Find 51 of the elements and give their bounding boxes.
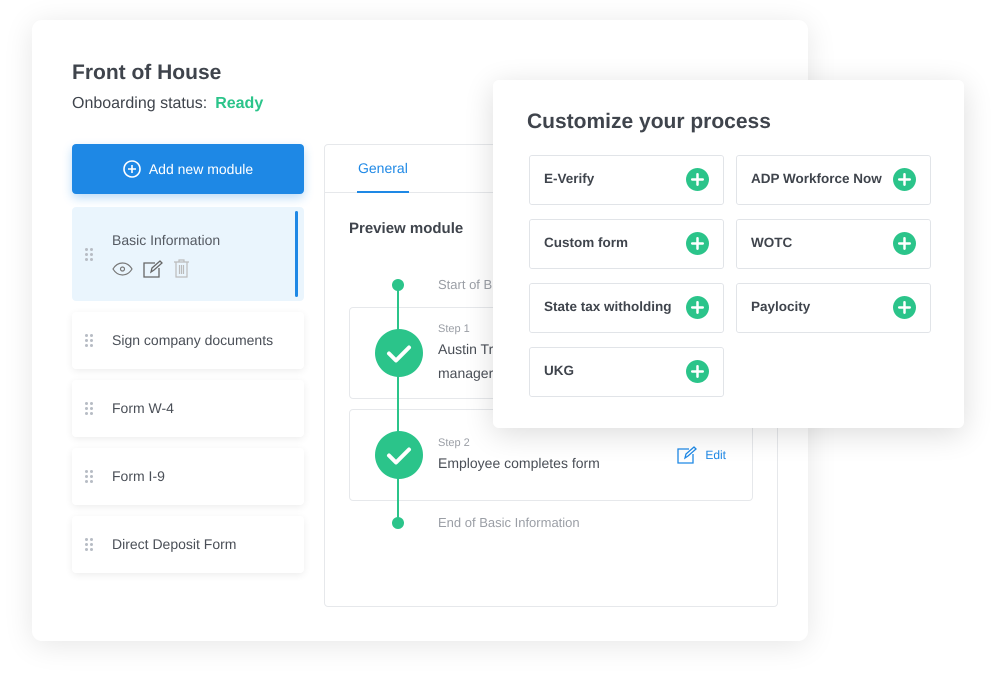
step-number: Step 1 bbox=[438, 322, 471, 337]
integration-option[interactable]: E-Verify bbox=[529, 154, 724, 204]
plus-circle-icon bbox=[686, 360, 709, 383]
drag-handle-icon[interactable] bbox=[85, 470, 93, 483]
page-title: Front of House bbox=[72, 60, 222, 86]
module-name: Sign company documents bbox=[112, 331, 274, 350]
step-title: Austin Tr bbox=[438, 340, 494, 360]
check-circle-icon bbox=[375, 431, 423, 479]
drag-handle-icon[interactable] bbox=[85, 402, 93, 415]
preview-title: Preview module bbox=[349, 220, 464, 237]
plus-circle-icon bbox=[686, 168, 709, 191]
integration-option[interactable]: WOTC bbox=[736, 218, 931, 268]
module-item[interactable]: Basic Information bbox=[72, 207, 304, 301]
edit-button[interactable]: Edit bbox=[677, 446, 726, 464]
step-number: Step 2 bbox=[438, 436, 471, 451]
step-title: manager bbox=[438, 364, 494, 384]
trash-icon[interactable] bbox=[173, 259, 190, 278]
status-label: Onboarding status: bbox=[72, 94, 208, 114]
eye-icon[interactable] bbox=[112, 262, 133, 276]
edit-icon[interactable] bbox=[143, 260, 163, 278]
module-name: Direct Deposit Form bbox=[112, 535, 236, 554]
module-item[interactable]: Form I-9 bbox=[72, 448, 304, 505]
module-item[interactable]: Sign company documents bbox=[72, 312, 304, 369]
plus-circle-icon bbox=[686, 296, 709, 319]
plus-circle-icon bbox=[122, 160, 141, 178]
integration-option[interactable]: Paylocity bbox=[736, 282, 931, 332]
check-circle-icon bbox=[375, 329, 423, 377]
plus-circle-icon bbox=[893, 232, 916, 255]
module-name: Form I-9 bbox=[112, 467, 165, 486]
integration-option[interactable]: UKG bbox=[529, 346, 724, 396]
plus-circle-icon bbox=[686, 232, 709, 255]
integration-option[interactable]: ADP Workforce Now bbox=[736, 154, 931, 204]
plus-circle-icon bbox=[893, 168, 916, 191]
module-name: Form W-4 bbox=[112, 399, 174, 418]
step-title: Employee completes form bbox=[438, 454, 600, 474]
timeline-label: End of Basic Information bbox=[438, 514, 580, 532]
status-value: Ready bbox=[215, 94, 264, 114]
module-item[interactable]: Direct Deposit Form bbox=[72, 516, 304, 573]
integration-option[interactable]: State tax witholding bbox=[529, 282, 724, 332]
drag-handle-icon[interactable] bbox=[85, 248, 93, 260]
timeline-label: Start of B bbox=[438, 276, 492, 294]
drag-handle-icon[interactable] bbox=[85, 334, 93, 347]
integration-option[interactable]: Custom form bbox=[529, 218, 724, 268]
module-item[interactable]: Form W-4 bbox=[72, 380, 304, 437]
panel-title: Customize your process bbox=[527, 109, 772, 135]
drag-handle-icon[interactable] bbox=[85, 538, 93, 551]
module-name: Basic Information bbox=[112, 231, 220, 250]
plus-circle-icon bbox=[893, 296, 916, 319]
add-module-button[interactable]: Add new module bbox=[72, 144, 304, 194]
tab[interactable]: General bbox=[357, 145, 409, 193]
edit-icon bbox=[677, 446, 698, 464]
